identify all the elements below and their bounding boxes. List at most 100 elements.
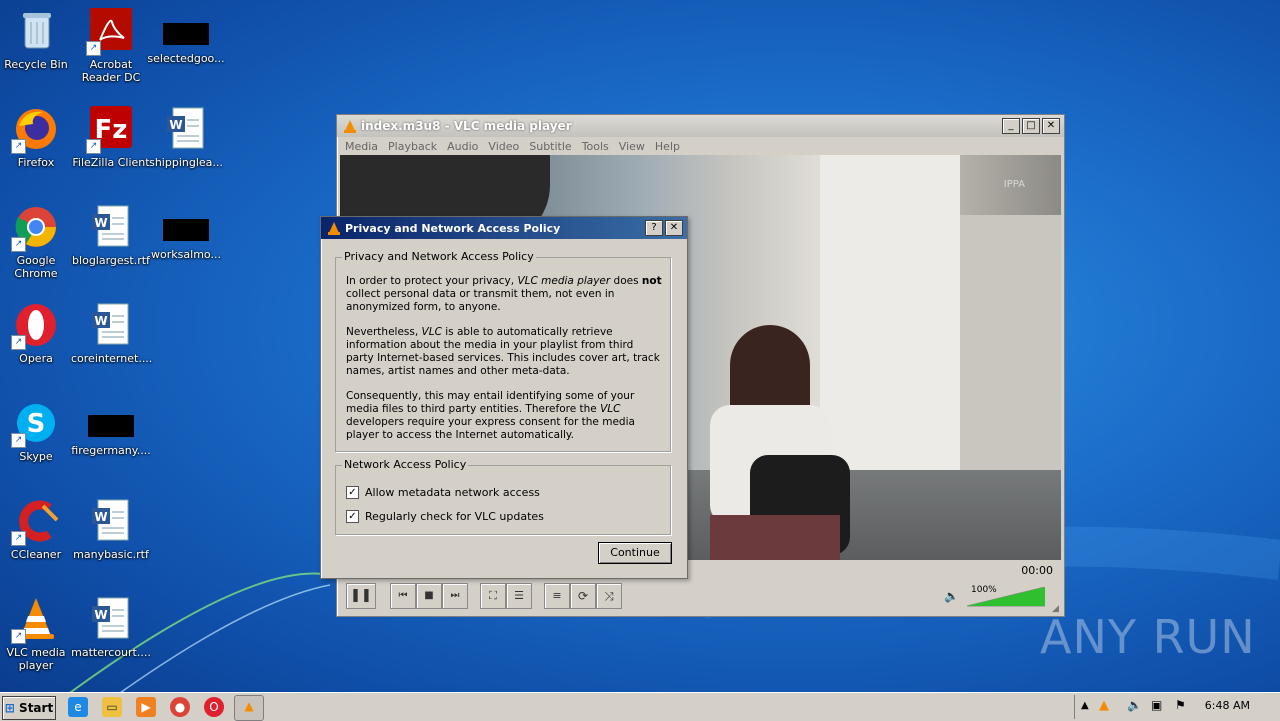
desktop-icon-label: mattercourt.... (71, 646, 151, 659)
dialog-titlebar[interactable]: Privacy and Network Access Policy ? ✕ (321, 217, 687, 239)
pause-button[interactable]: ❚❚ (346, 583, 376, 609)
desktop-icon-chrome[interactable]: ↗ Google Chrome (0, 198, 76, 280)
svg-text:W: W (94, 314, 107, 328)
svg-text:S: S (27, 409, 46, 439)
desktop-icon-coreinternet[interactable]: W coreinternet.... (71, 296, 152, 365)
check-updates-checkbox[interactable]: ✓ Regularly check for VLC updates (346, 510, 544, 523)
opera-icon: ↗ (11, 302, 59, 350)
word-doc-icon: W (88, 596, 134, 642)
minimize-button[interactable]: _ (1002, 118, 1020, 134)
dialog-close-button[interactable]: ✕ (665, 220, 683, 236)
desktop-icon-firegermany[interactable]: firegermany.... (71, 394, 151, 457)
vlc-tray-icon[interactable]: ▲ (1099, 698, 1109, 713)
volume-slider[interactable]: 100% (966, 585, 1046, 607)
desktop-icon-label: Recycle Bin (4, 58, 68, 71)
media-player-icon[interactable]: ▶ (136, 697, 156, 717)
action-center-flag-icon[interactable]: ⚑ (1175, 698, 1186, 712)
menu-view[interactable]: View (619, 140, 645, 153)
menu-video[interactable]: Video (488, 140, 519, 153)
vlc-titlebar[interactable]: index.m3u8 - VLC media player _ □ ✕ (337, 115, 1064, 137)
desktop-icon-label: manybasic.rtf (73, 548, 149, 561)
desktop-icon-recycle-bin[interactable]: Recycle Bin (0, 2, 76, 71)
video-building (820, 155, 960, 485)
skype-icon: S ↗ (11, 400, 59, 448)
word-doc-icon: W (88, 498, 134, 544)
desktop-icon-vlc[interactable]: ↗ VLC media player (0, 590, 76, 672)
menu-tools[interactable]: Tools (582, 140, 609, 153)
playlist-button[interactable]: ≡ (544, 583, 570, 609)
chrome-taskbar-icon[interactable]: ● (170, 697, 190, 717)
desktop-icon-ccleaner[interactable]: ↗ CCleaner (0, 492, 76, 561)
policy-paragraph-2: Nevertheless, VLC is able to automatical… (346, 326, 660, 377)
recycle-bin-icon (13, 8, 59, 54)
menu-help[interactable]: Help (655, 140, 680, 153)
help-button[interactable]: ? (645, 220, 663, 236)
checkbox-check-icon: ✓ (346, 486, 359, 499)
menu-media[interactable]: Media (345, 140, 378, 153)
desktop-icon-label: Opera (19, 352, 53, 365)
allow-metadata-checkbox[interactable]: ✓ Allow metadata network access (346, 486, 540, 499)
desktop-icon-opera[interactable]: ↗ Opera (0, 296, 76, 365)
menu-playback[interactable]: Playback (388, 140, 437, 153)
fullscreen-button[interactable]: ⛶ (480, 583, 506, 609)
opera-taskbar-icon[interactable]: O (204, 697, 224, 717)
desktop-icon-skype[interactable]: S ↗ Skype (0, 394, 76, 463)
shortcut-arrow-icon: ↗ (11, 139, 26, 154)
chrome-icon: ↗ (11, 204, 59, 252)
start-button[interactable]: ⊞ Start (2, 696, 56, 720)
desktop-icon-selectedgoo[interactable]: selectedgoo... (146, 2, 226, 65)
shortcut-arrow-icon: ↗ (86, 41, 101, 56)
firefox-icon: ↗ (11, 106, 59, 154)
desktop-icon-label: Skype (19, 450, 53, 463)
ccleaner-icon: ↗ (11, 498, 59, 546)
clock[interactable]: 6:48 AM (1205, 699, 1250, 712)
next-button[interactable]: ⏭ (442, 583, 468, 609)
desktop-icon-worksalmo[interactable]: worksalmo... (146, 198, 226, 261)
filezilla-icon: Fz ↗ (86, 106, 134, 154)
loop-button[interactable]: ⟳ (570, 583, 596, 609)
vlc-taskbar-icon[interactable]: ▲ (234, 695, 264, 721)
desktop-icon-label: Acrobat Reader DC (81, 58, 141, 84)
previous-button[interactable]: ⏮ (390, 583, 416, 609)
desktop-icon-label: VLC media player (6, 646, 66, 672)
continue-button[interactable]: Continue (598, 542, 672, 564)
shortcut-arrow-icon: ↗ (11, 531, 26, 546)
explorer-icon[interactable]: ▭ (102, 697, 122, 717)
anyrun-watermark: ANY RUN (1040, 610, 1256, 664)
desktop-icon-acrobat[interactable]: ↗ Acrobat Reader DC (71, 2, 151, 84)
extended-settings-button[interactable]: ☰ (506, 583, 532, 609)
acrobat-icon: ↗ (86, 8, 134, 56)
desktop-icon-mattercourt[interactable]: W mattercourt.... (71, 590, 151, 659)
ie-icon[interactable]: e (68, 697, 88, 717)
desktop-icon-manybasic[interactable]: W manybasic.rtf (71, 492, 151, 561)
elapsed-time: 00:00 (1021, 564, 1053, 577)
desktop-icon-bloglargest[interactable]: W bloglargest.rtf (71, 198, 151, 267)
stop-button[interactable]: ■ (416, 583, 442, 609)
desktop-icon-label: worksalmo... (151, 248, 221, 261)
volume-tray-icon[interactable]: 🔈 (1127, 698, 1142, 712)
svg-text:W: W (169, 118, 182, 132)
black-thumbnail-icon (163, 219, 209, 241)
shortcut-arrow-icon: ↗ (11, 335, 26, 350)
windows-logo-icon: ⊞ (4, 701, 15, 715)
menu-audio[interactable]: Audio (447, 140, 478, 153)
desktop-icon-label: firegermany.... (71, 444, 151, 457)
close-button[interactable]: ✕ (1042, 118, 1060, 134)
desktop-icon-filezilla[interactable]: Fz ↗ FileZilla Client (71, 100, 151, 169)
network-tray-icon[interactable]: ▣ (1151, 698, 1162, 712)
desktop-icon-firefox[interactable]: ↗ Firefox (0, 100, 76, 169)
privacy-group-title: Privacy and Network Access Policy (342, 250, 536, 263)
network-group-title: Network Access Policy (342, 458, 469, 471)
desktop-icon-shippinglea[interactable]: W shippinglea... (146, 100, 226, 169)
checkbox-check-icon: ✓ (346, 510, 359, 523)
menu-subtitle[interactable]: Subtitle (529, 140, 571, 153)
dialog-title: Privacy and Network Access Policy (345, 221, 561, 235)
show-hidden-icons-icon[interactable]: ▲ (1081, 700, 1089, 711)
desktop-icon-label: Firefox (17, 156, 55, 169)
svg-text:W: W (94, 608, 107, 622)
svg-text:W: W (94, 216, 107, 230)
word-doc-icon: W (88, 204, 134, 250)
speaker-icon[interactable]: 🔈 (944, 589, 959, 603)
maximize-button[interactable]: □ (1022, 118, 1040, 134)
shuffle-button[interactable]: ⤨ (596, 583, 622, 609)
